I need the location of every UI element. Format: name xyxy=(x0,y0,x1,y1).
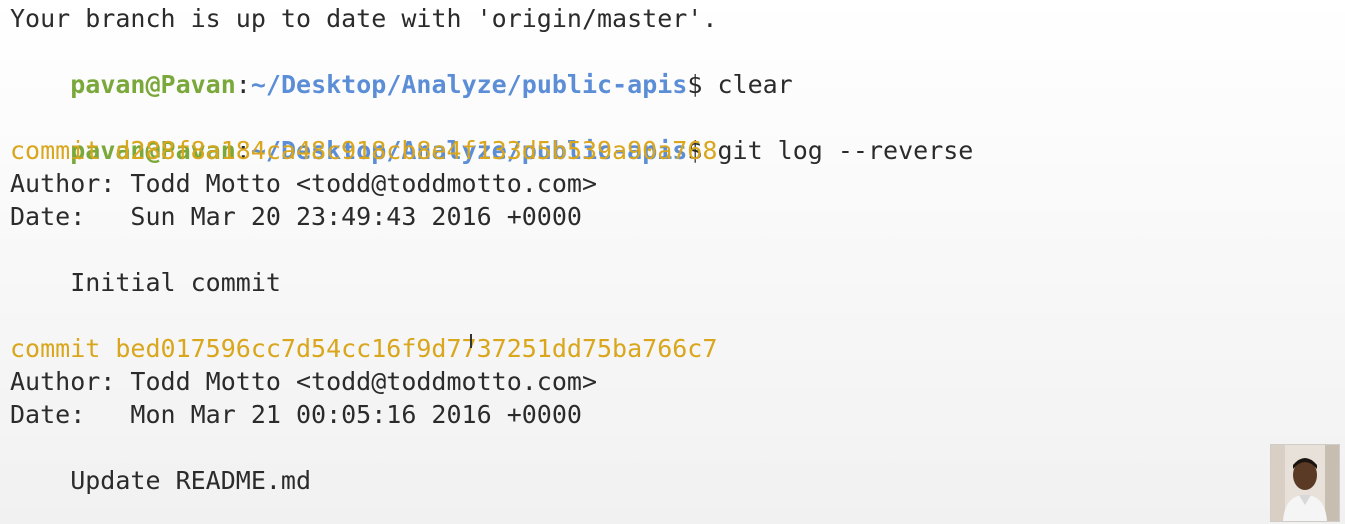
commit-message-1: Initial commit xyxy=(10,268,281,297)
prompt-line-clear: pavan@Pavan:~/Desktop/Analyze/public-api… xyxy=(10,35,793,99)
prompt-line-git-log: pavan@Pavan:~/Desktop/Analyze/public-api… xyxy=(10,101,973,165)
commit-date-2: Date: Mon Mar 21 00:05:16 2016 +0000 xyxy=(10,400,582,429)
prompt-user: pavan@Pavan xyxy=(70,70,236,99)
prompt-path: ~/Desktop/Analyze/public-apis xyxy=(250,70,688,99)
commit-message-2: Update README.md xyxy=(10,466,312,495)
prompt-dollar: $ xyxy=(687,70,703,99)
terminal-window[interactable]: Your branch is up to date with 'origin/m… xyxy=(0,0,1345,524)
status-line: Your branch is up to date with 'origin/m… xyxy=(10,4,718,33)
command-text: git log --reverse xyxy=(702,136,974,165)
commit-hash-2[interactable]: commit bed017596cc7d54cc16f9d7737251dd75… xyxy=(10,332,717,365)
prompt-colon: : xyxy=(235,70,251,99)
commit-author-1: Author: Todd Motto <todd@toddmotto.com> xyxy=(10,169,597,198)
commit-hash-1[interactable]: commit d288f8a184ca48c918cb8e4f133d5b539… xyxy=(10,134,717,167)
person-avatar-icon xyxy=(1271,445,1339,521)
commit-author-2: Author: Todd Motto <todd@toddmotto.com> xyxy=(10,367,597,396)
mouse-cursor-icon xyxy=(470,334,472,348)
webcam-overlay xyxy=(1270,444,1340,522)
command-text: clear xyxy=(702,70,793,99)
commit-date-1: Date: Sun Mar 20 23:49:43 2016 +0000 xyxy=(10,202,582,231)
